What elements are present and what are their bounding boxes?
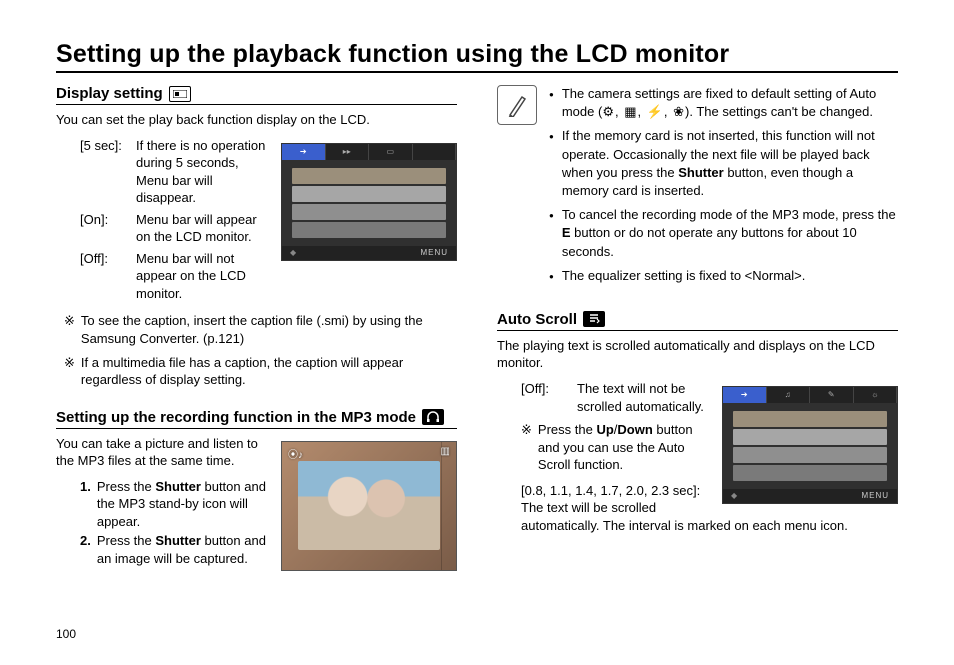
lcd-menu-label: MENU [861, 491, 889, 500]
option-key: [Off]: [521, 380, 577, 415]
camera-overlay-icon: ⦿♪ [288, 446, 303, 461]
lcd-tab-4: ☼ [854, 387, 898, 403]
lcd-band [292, 222, 446, 238]
display-setting-icon [169, 86, 191, 102]
note-item: To cancel the recording mode of the MP3 … [549, 206, 898, 261]
step-number: 1. [80, 478, 91, 531]
footnote-text: Press the Up/Down button and you can use… [538, 421, 710, 474]
option-off-scroll: [Off]: The text will not be scrolled aut… [521, 380, 710, 415]
asterisk-icon: ※ [64, 312, 75, 347]
asterisk-icon: ※ [64, 354, 75, 389]
footnote: ※ Press the Up/Down button and you can u… [521, 421, 710, 474]
range-text: The text will be scrolled automatically.… [521, 499, 898, 534]
page-title: Setting up the playback function using t… [56, 40, 898, 73]
lcd-band [292, 204, 446, 220]
heading-auto-scroll: Auto Scroll [497, 311, 898, 331]
auto-scroll-intro: The playing text is scrolled automatical… [497, 337, 898, 372]
mode-icons: ⚙, ▦, ⚡, ❀ [602, 104, 685, 119]
heading-mp3: Setting up the recording function in the… [56, 409, 457, 429]
option-key: [On]: [80, 211, 136, 246]
step-2: 2. Press the Shutter button and an image… [80, 532, 269, 567]
lcd-band [292, 186, 446, 202]
asterisk-icon: ※ [521, 421, 532, 474]
option-val: The text will not be scrolled automatica… [577, 380, 710, 415]
lcd-tab-1: ➔ [723, 387, 767, 403]
display-setting-intro: You can set the play back function displ… [56, 111, 457, 129]
note-box: The camera settings are fixed to default… [497, 85, 898, 291]
heading-display-setting-text: Display setting [56, 85, 163, 102]
note-icon [497, 85, 537, 125]
lcd-band [733, 447, 887, 463]
scroll-icon [583, 311, 605, 327]
lcd-band [733, 411, 887, 427]
step-number: 2. [80, 532, 91, 567]
option-on: [On]: Menu bar will appear on the LCD mo… [80, 211, 269, 246]
step-text: Press the Shutter button and the MP3 sta… [97, 478, 269, 531]
option-5sec: [5 sec]: If there is no operation during… [80, 137, 269, 207]
option-key: [5 sec]: [80, 137, 136, 207]
footnote-text: To see the caption, insert the caption f… [81, 312, 457, 347]
lcd-tab-2: ▸▸ [326, 144, 370, 160]
lcd-band [733, 429, 887, 445]
step-text: Press the Shutter button and an image wi… [97, 532, 269, 567]
note-item: If the memory card is not inserted, this… [549, 127, 898, 200]
page-number: 100 [56, 627, 76, 641]
lcd-band [733, 465, 887, 481]
footnote: ※ If a multimedia file has a caption, th… [64, 354, 457, 389]
lcd-tab-2: ♫ [767, 387, 811, 403]
option-off: [Off]: Menu bar will not appear on the L… [80, 250, 269, 303]
footnote-text: If a multimedia file has a caption, the … [81, 354, 457, 389]
note-item: The camera settings are fixed to default… [549, 85, 898, 121]
option-key: [Off]: [80, 250, 136, 303]
heading-display-setting: Display setting [56, 85, 457, 105]
headphones-icon [422, 409, 444, 425]
option-val: If there is no operation during 5 second… [136, 137, 269, 207]
footnote: ※ To see the caption, insert the caption… [64, 312, 457, 347]
lcd-tab-4 [413, 144, 457, 160]
lcd-tab-1: ➔ [282, 144, 326, 160]
step-1: 1. Press the Shutter button and the MP3 … [80, 478, 269, 531]
heading-auto-scroll-text: Auto Scroll [497, 311, 577, 328]
lcd-menu-label: MENU [420, 248, 448, 257]
option-val: Menu bar will not appear on the LCD moni… [136, 250, 269, 303]
lcd-preview-display: ➔ ▸▸ ▭ ◆MENU [281, 143, 457, 261]
photo-preview: ⦿♪ ▥ [281, 441, 457, 571]
lcd-tab-3: ▭ [369, 144, 413, 160]
heading-mp3-text: Setting up the recording function in the… [56, 409, 416, 426]
mp3-intro: You can take a picture and listen to the… [56, 435, 276, 470]
battery-overlay-icon: ▥ [441, 446, 450, 457]
note-item: The equalizer setting is fixed to <Norma… [549, 267, 898, 285]
lcd-band [292, 168, 446, 184]
lcd-preview-autoscroll: ➔ ♫ ✎ ☼ ◆MENU [722, 386, 898, 504]
option-val: Menu bar will appear on the LCD monitor. [136, 211, 269, 246]
lcd-tab-3: ✎ [810, 387, 854, 403]
